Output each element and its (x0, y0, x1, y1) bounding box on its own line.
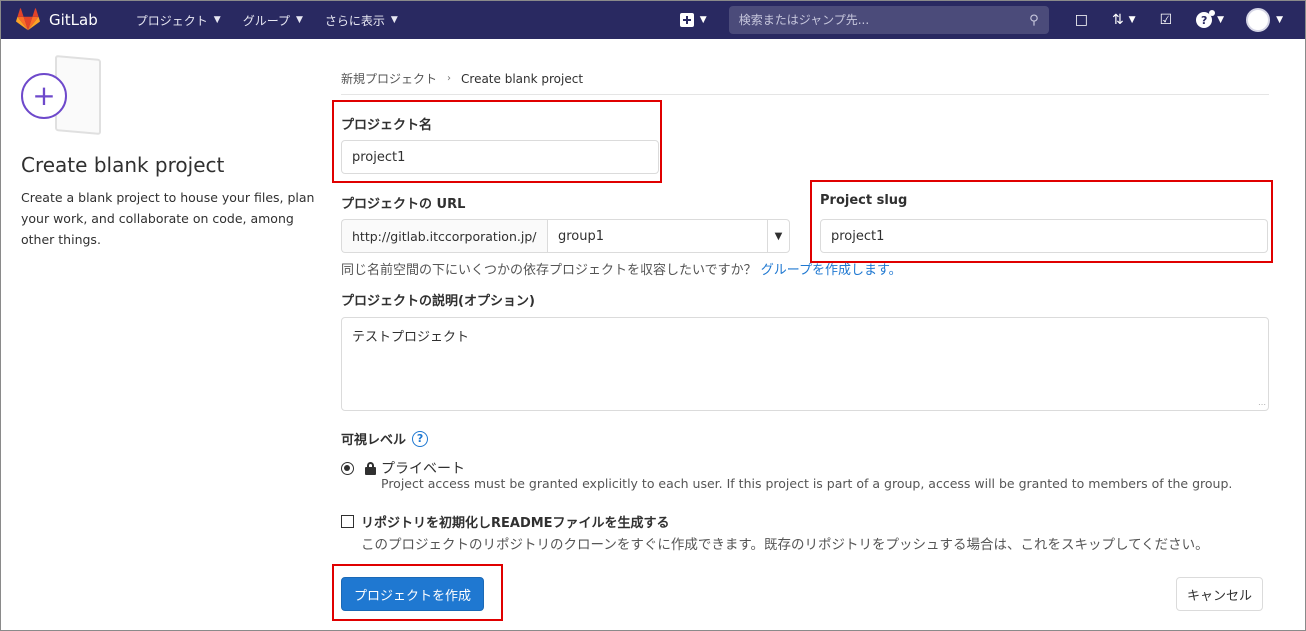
panel-title: Create blank project (21, 153, 225, 177)
breadcrumb-parent-link[interactable]: 新規プロジェクト (341, 70, 437, 87)
chevron-down-icon: ▼ (699, 15, 707, 25)
private-option-label-wrap: プライベート (365, 458, 465, 478)
description-label: プロジェクトの説明(オプション) (341, 294, 535, 309)
highlight-box-create-button (332, 564, 503, 621)
panel-description: Create a blank project to house your fil… (21, 190, 315, 247)
search-icon: ⚲ (1029, 12, 1039, 28)
cancel-button[interactable]: キャンセル (1176, 577, 1264, 611)
gitlab-logo-icon (16, 8, 40, 31)
resize-grip-icon[interactable]: ⋯ (1258, 400, 1266, 409)
notification-dot-icon (1209, 10, 1216, 16)
avatar (1246, 8, 1271, 32)
todos-button[interactable]: ☑ (1160, 12, 1173, 28)
url-prefix: http://gitlab.itccorporation.jp/ (341, 219, 547, 253)
project-url-label: プロジェクトの URL (341, 197, 466, 212)
create-group-link[interactable]: グループを作成します。 (761, 263, 902, 278)
readme-checkbox[interactable] (341, 515, 354, 528)
project-url-group: http://gitlab.itccorporation.jp/ group1 … (341, 219, 790, 253)
visibility-option-private[interactable]: プライベート (341, 458, 465, 478)
breadcrumb-current: Create blank project (461, 71, 584, 86)
namespace-select[interactable]: group1 ▼ (547, 219, 790, 253)
issues-icon: □ (1074, 12, 1088, 28)
template-description-panel: + Create blank project Create a blank pr… (21, 54, 316, 250)
search-box[interactable]: ⚲ (728, 6, 1049, 34)
nav-groups-dropdown[interactable]: グループ ▼ (243, 12, 303, 29)
nav-more-dropdown[interactable]: さらに表示 ▼ (325, 12, 398, 29)
nav-projects-dropdown[interactable]: プロジェクト ▼ (136, 12, 221, 29)
readme-label: リポジトリを初期化しREADMEファイルを生成する (361, 516, 670, 531)
merge-request-icon: ⇅ (1111, 12, 1124, 28)
chevron-down-icon: ▼ (390, 15, 398, 25)
private-radio[interactable] (341, 461, 354, 475)
namespace-help-text: 同じ名前空間の下にいくつかの依存プロジェクトを収容したいですか？ (341, 263, 757, 278)
new-project-form: 新規プロジェクト › Create blank project (341, 63, 1269, 95)
help-dropdown[interactable]: ? ▼ (1196, 10, 1225, 28)
search-input[interactable] (738, 13, 1030, 27)
plus-square-icon (679, 13, 694, 27)
chevron-down-icon: ▼ (767, 220, 789, 252)
top-navbar: GitLab プロジェクト ▼ グループ ▼ さらに表示 ▼ ▼ ⚲ □ ⇅ ▼… (1, 1, 1305, 39)
highlight-box-project-slug (810, 180, 1273, 263)
chevron-right-icon: › (447, 73, 452, 84)
gitlab-home-link[interactable]: GitLab (15, 1, 98, 39)
chevron-down-icon: ▼ (295, 15, 303, 25)
readme-option[interactable]: リポジトリを初期化しREADMEファイルを生成する (341, 512, 670, 531)
lock-icon (365, 461, 376, 475)
readme-help: このプロジェクトのリポジトリのクローンをすぐに作成できます。既存のリポジトリをプ… (361, 537, 1209, 553)
nav-projects-label: プロジェクト (135, 13, 208, 28)
chevron-down-icon: ▼ (1128, 15, 1136, 25)
visibility-help: Project access must be granted explicitl… (381, 476, 1233, 491)
todo-checkbox-icon: ☑ (1159, 12, 1173, 28)
chevron-down-icon: ▼ (213, 15, 221, 25)
plus-circle-icon: + (21, 73, 67, 119)
namespace-value: group1 (558, 228, 605, 244)
nav-groups-label: グループ (242, 13, 290, 28)
nav-more-label: さらに表示 (324, 13, 385, 28)
breadcrumb: 新規プロジェクト › Create blank project (341, 63, 1269, 95)
description-textarea[interactable] (341, 317, 1269, 411)
brand-name: GitLab (49, 11, 98, 29)
question-circle-icon[interactable]: ? (412, 430, 429, 447)
user-menu-dropdown[interactable]: ▼ (1236, 8, 1283, 32)
issues-button[interactable]: □ (1075, 12, 1088, 28)
visibility-label: 可視レベル (341, 433, 407, 448)
merge-requests-button[interactable]: ⇅ ▼ (1112, 12, 1136, 28)
private-option-label: プライベート (381, 461, 465, 477)
visibility-heading: 可視レベル ? (341, 429, 429, 448)
new-item-dropdown[interactable]: ▼ (679, 13, 707, 27)
namespace-help: 同じ名前空間の下にいくつかの依存プロジェクトを収容したいですか？ グループを作成… (341, 259, 902, 278)
chevron-down-icon: ▼ (1276, 15, 1283, 25)
blank-project-illustration: + (21, 54, 111, 137)
chevron-down-icon: ▼ (1217, 15, 1225, 25)
highlight-box-project-name (332, 100, 662, 183)
